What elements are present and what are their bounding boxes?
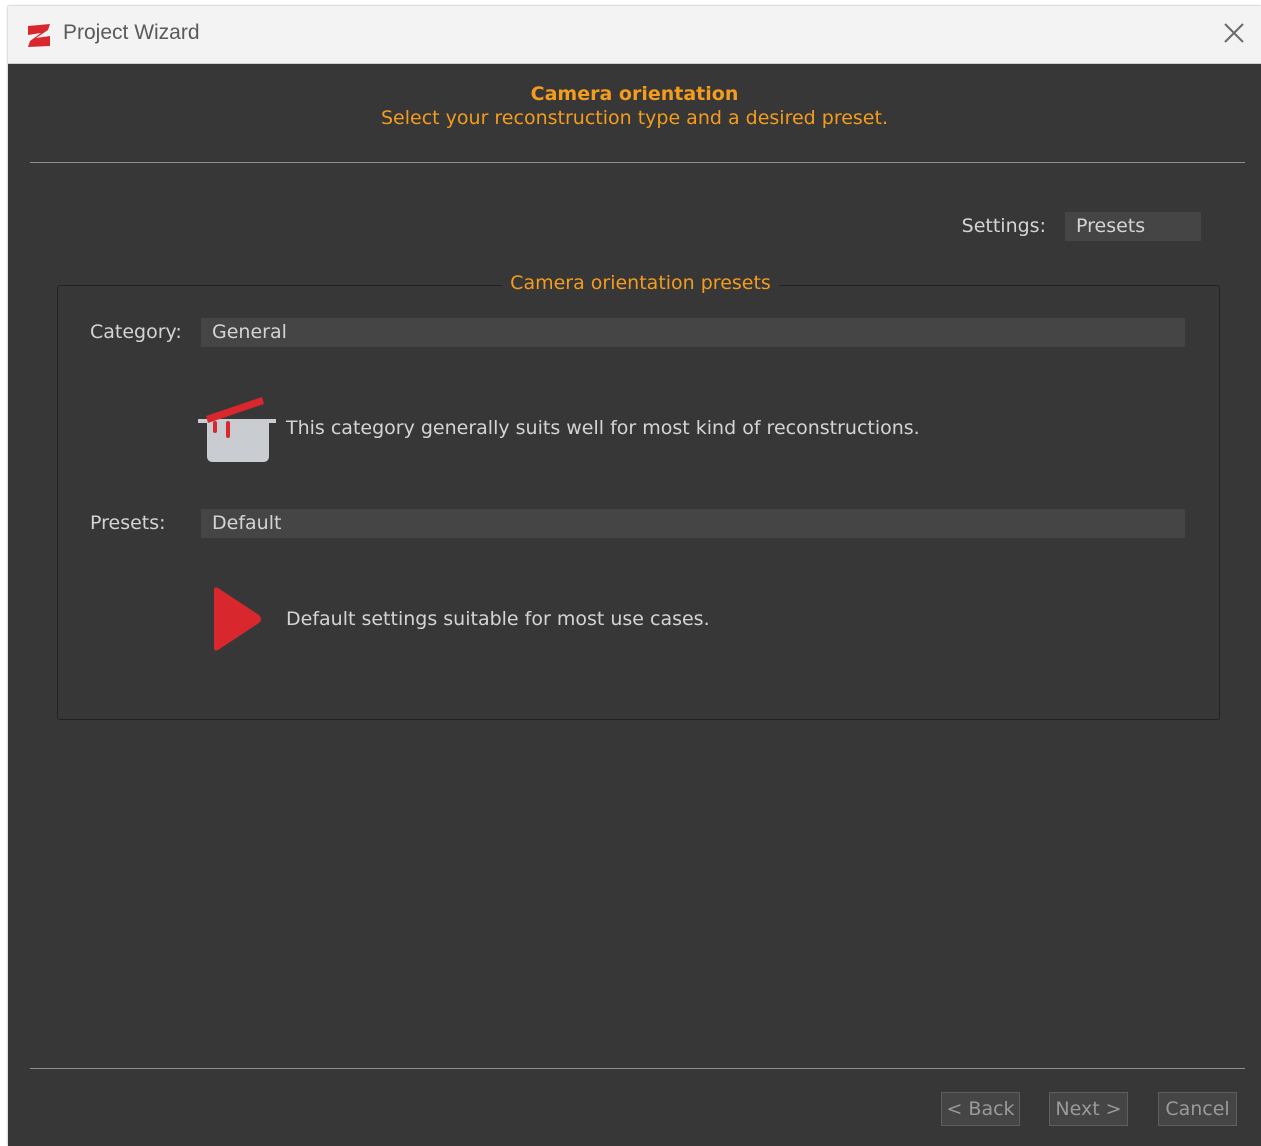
camera-orientation-presets-group [57,285,1220,720]
back-button[interactable]: < Back [941,1092,1020,1126]
category-description: This category generally suits well for m… [286,417,920,439]
category-dropdown[interactable]: General [201,318,1185,347]
next-button[interactable]: Next > [1049,1092,1128,1126]
app-logo-icon [28,24,50,47]
window-title: Project Wizard [63,21,200,44]
footer-divider [30,1068,1245,1069]
settings-label: Settings: [961,215,1046,237]
project-wizard-window: Project Wizard Camera orientation Select… [8,6,1261,1146]
presets-label: Presets: [90,512,166,534]
presets-dropdown[interactable]: Default [201,509,1185,538]
preset-description: Default settings suitable for most use c… [286,608,710,630]
page-title: Camera orientation [530,83,739,105]
pot-icon [198,397,276,462]
page-subtitle: Select your reconstruction type and a de… [381,107,888,129]
close-icon[interactable] [1219,18,1249,48]
play-icon [214,587,261,651]
header-divider [30,162,1245,163]
cancel-button[interactable]: Cancel [1158,1092,1237,1126]
title-bar: Project Wizard [8,6,1261,64]
settings-dropdown[interactable]: Presets [1065,212,1201,241]
category-label: Category: [90,321,182,343]
